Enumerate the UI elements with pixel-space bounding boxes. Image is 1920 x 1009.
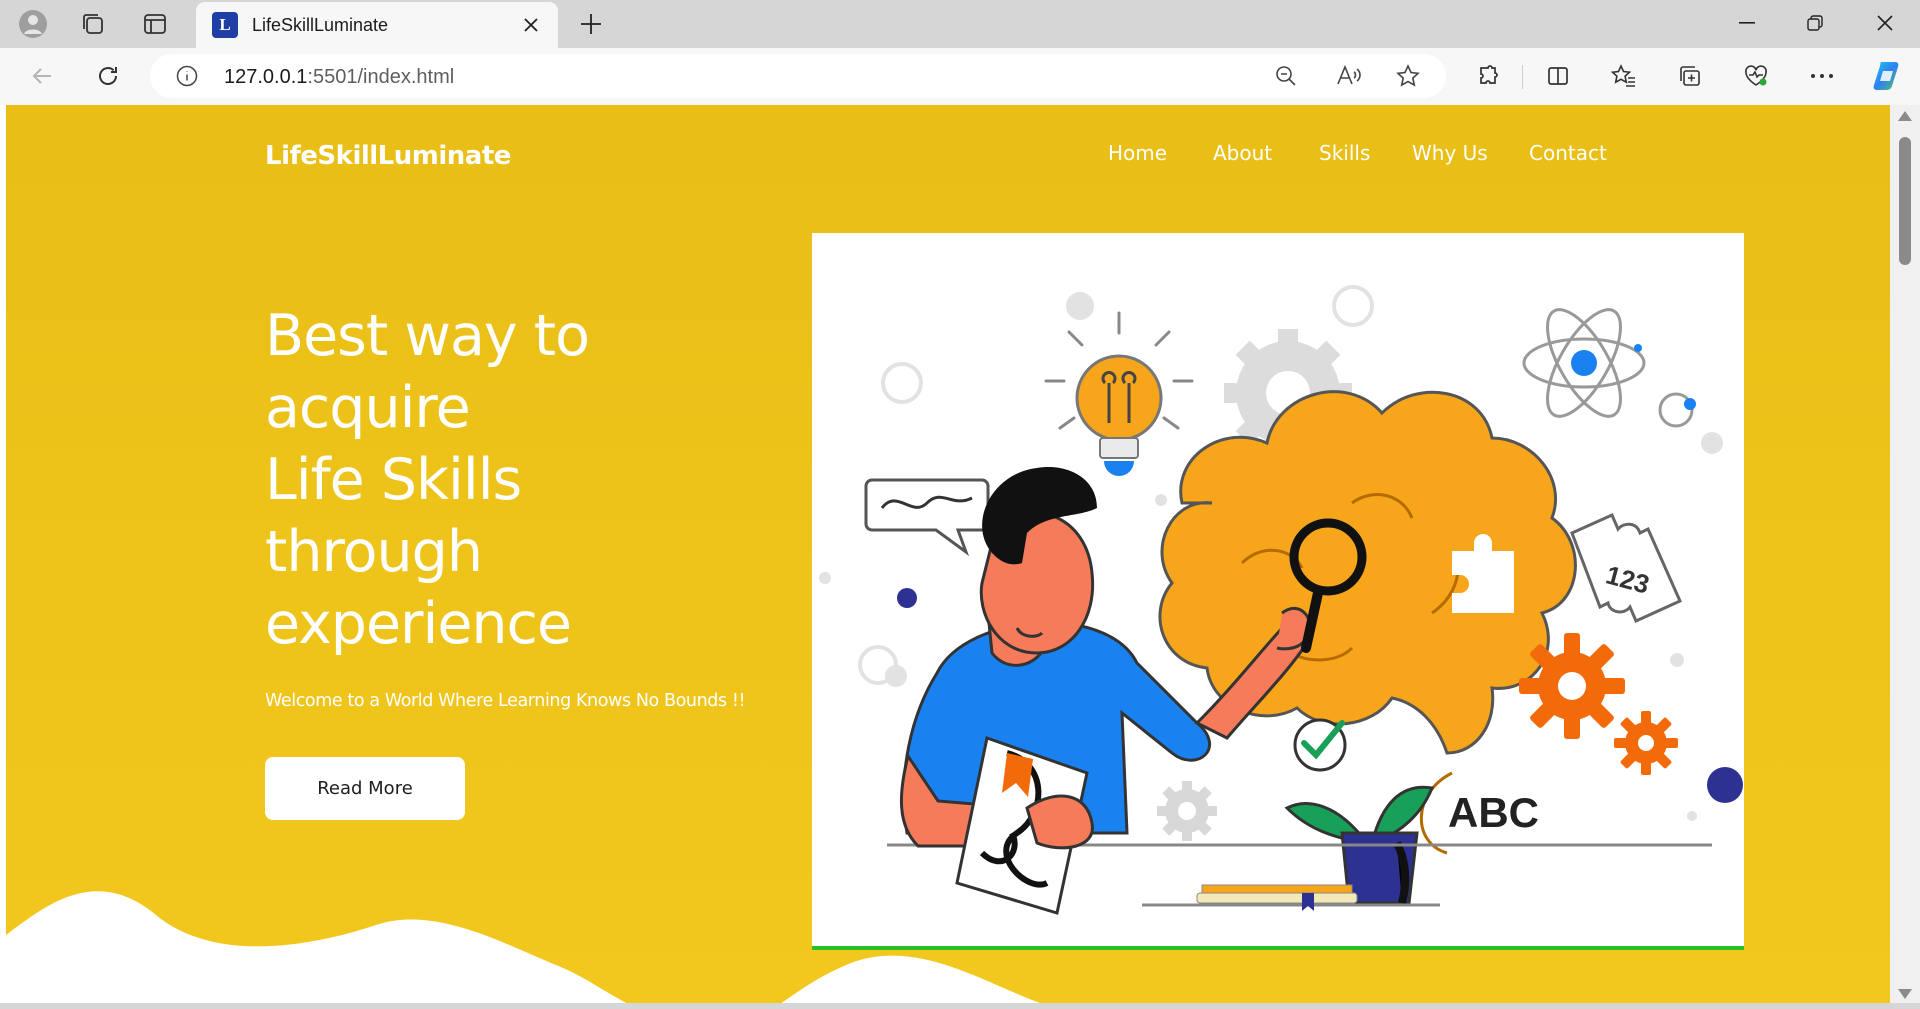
browser-essentials-icon[interactable]: [1736, 56, 1776, 96]
url-text: 127.0.0.1:5501/index.html: [224, 66, 455, 88]
hero-headline: Best way to acquire Life Skills through …: [265, 300, 825, 660]
tab-title: LifeSkillLuminate: [252, 14, 389, 35]
nav-about[interactable]: About: [1213, 141, 1272, 165]
nav-contact[interactable]: Contact: [1529, 141, 1607, 165]
workspaces-icon[interactable]: [74, 6, 112, 42]
headline-line: experience: [265, 591, 572, 657]
nav-home[interactable]: Home: [1108, 141, 1167, 165]
blue-dot: [1684, 398, 1696, 410]
headline-line: acquire: [265, 375, 471, 441]
headline-line: Life Skills: [265, 447, 522, 513]
navy-dot: [897, 588, 917, 608]
headline-line: through: [265, 519, 483, 585]
scroll-up-icon[interactable]: [1898, 111, 1912, 121]
browser-tab-active[interactable]: L LifeSkillLuminate: [196, 2, 558, 48]
atom-icon: [1522, 308, 1646, 418]
zoom-out-icon[interactable]: [1274, 64, 1298, 92]
split-screen-icon[interactable]: [1538, 56, 1578, 96]
tab-bar: L LifeSkillLuminate: [0, 0, 1920, 48]
copilot-icon[interactable]: [1868, 56, 1908, 96]
new-tab-icon[interactable]: [572, 6, 610, 42]
restore-icon[interactable]: [1782, 0, 1848, 46]
window-bottom-edge: [0, 1003, 1920, 1009]
page-viewport: LifeSkillLuminate Home About Skills Why …: [6, 105, 1890, 1003]
navy-dot: [1707, 767, 1743, 803]
numbers-puzzle-icon: 123: [1570, 513, 1682, 623]
close-window-icon[interactable]: [1852, 0, 1918, 46]
check-mark-icon: [1293, 718, 1347, 772]
toolbar-divider: [1522, 65, 1523, 89]
refresh-icon[interactable]: [88, 56, 128, 96]
site-info-icon[interactable]: [176, 65, 198, 91]
favicon-icon: L: [212, 12, 238, 38]
page-scrollbar[interactable]: [1890, 105, 1920, 1003]
orange-gear-icon: [1519, 633, 1625, 739]
browser-toolbar: 127.0.0.1:5501/index.html: [0, 48, 1920, 105]
brain-icon: [1158, 390, 1577, 855]
nav-why-us[interactable]: Why Us: [1412, 141, 1488, 165]
minimize-icon[interactable]: [1714, 0, 1780, 46]
small-orange-gear-icon: [1614, 711, 1678, 775]
scroll-thumb[interactable]: [1899, 137, 1911, 265]
extensions-icon[interactable]: [1468, 56, 1508, 96]
site-logo[interactable]: LifeSkillLuminate: [265, 141, 511, 171]
tab-actions-icon[interactable]: [136, 6, 174, 42]
nav-skills[interactable]: Skills: [1319, 141, 1370, 165]
profile-icon[interactable]: [14, 6, 52, 42]
more-options-icon[interactable]: [1802, 56, 1842, 96]
light-bulb-icon: [1044, 311, 1194, 476]
hero-wave: [6, 891, 1046, 1003]
favorites-icon[interactable]: [1604, 56, 1644, 96]
address-bar[interactable]: 127.0.0.1:5501/index.html: [150, 54, 1446, 98]
back-icon[interactable]: [22, 56, 62, 96]
scroll-down-icon[interactable]: [1898, 989, 1912, 999]
headline-line: Best way to: [265, 303, 590, 369]
hero-subtitle: Welcome to a World Where Learning Knows …: [265, 691, 746, 711]
speech-bubble-icon: [864, 478, 990, 557]
close-tab-icon[interactable]: [518, 12, 544, 38]
read-aloud-icon[interactable]: [1336, 64, 1362, 92]
favorite-star-icon[interactable]: [1396, 64, 1420, 92]
collections-icon[interactable]: [1670, 56, 1710, 96]
